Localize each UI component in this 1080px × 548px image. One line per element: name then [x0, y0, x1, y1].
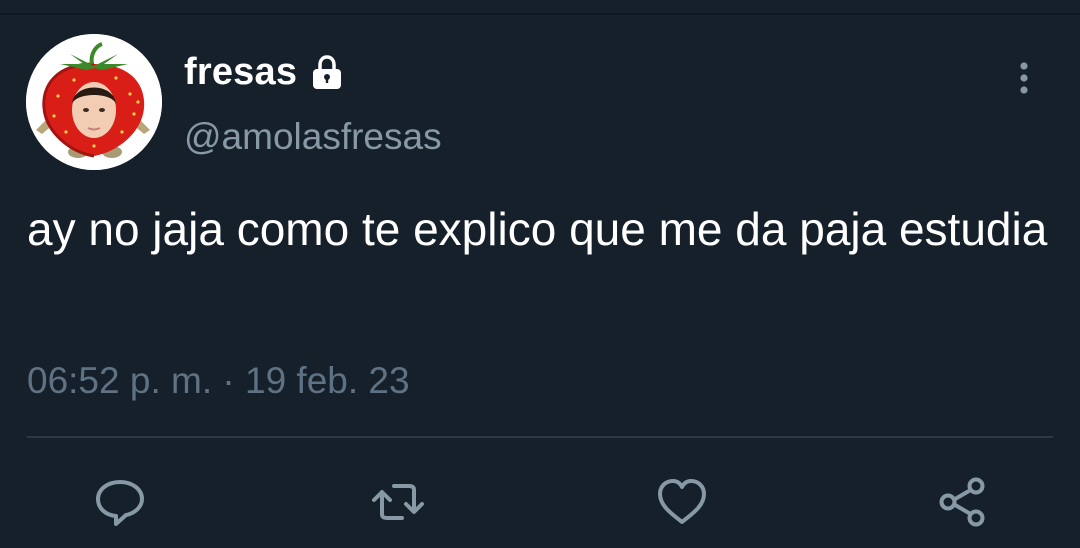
- share-icon: [939, 477, 985, 527]
- lock-icon: [307, 52, 347, 92]
- avatar[interactable]: [26, 34, 162, 170]
- share-button[interactable]: [934, 474, 990, 530]
- divider: [27, 436, 1053, 438]
- tweet-timestamp[interactable]: 06:52 p. m. · 19 feb. 23: [27, 360, 410, 402]
- tweet-text: ay no jaja como te explico que me da paj…: [27, 203, 1048, 255]
- top-separator: [0, 13, 1080, 15]
- author-name-row: fresas: [184, 51, 347, 94]
- retweet-icon: [372, 484, 424, 520]
- heart-icon: [658, 479, 706, 524]
- reply-button[interactable]: [92, 474, 148, 530]
- reply-icon: [96, 480, 144, 526]
- display-name[interactable]: fresas: [184, 51, 297, 94]
- like-button[interactable]: [654, 474, 710, 530]
- retweet-button[interactable]: [370, 474, 426, 530]
- avatar-image: [26, 34, 162, 170]
- more-vertical-icon[interactable]: [1006, 58, 1042, 98]
- user-handle[interactable]: @amolasfresas: [184, 116, 442, 158]
